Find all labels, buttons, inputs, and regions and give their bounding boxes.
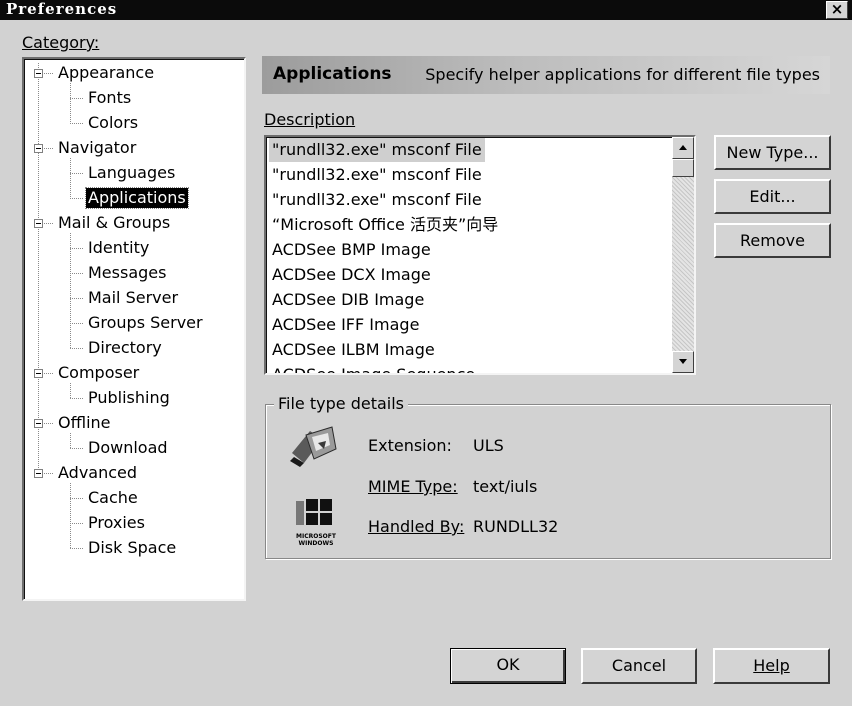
list-item[interactable]: ACDSee ILBM Image: [269, 338, 438, 362]
category-tree[interactable]: Appearance Fonts Colors Navigator Langua…: [22, 57, 246, 601]
list-item[interactable]: "rundll32.exe" msconf File: [269, 188, 485, 212]
tree-item-advanced[interactable]: Advanced: [58, 463, 137, 483]
tree-item-mail-server[interactable]: Mail Server: [88, 288, 178, 308]
logo-text-microsoft: MICROSOFT: [296, 533, 336, 540]
help-button[interactable]: Help: [713, 648, 830, 684]
tree-item-fonts[interactable]: Fonts: [88, 88, 131, 108]
tree-item-offline[interactable]: Offline: [58, 413, 111, 433]
cancel-label: Cancel: [611, 656, 667, 675]
arrow-up-icon: [679, 145, 687, 150]
title-bar: Preferences ×: [0, 0, 852, 20]
list-item[interactable]: ACDSee DIB Image: [269, 288, 427, 312]
scroll-up-button[interactable]: [672, 137, 694, 159]
list-item[interactable]: ACDSee Image Sequence: [269, 363, 478, 373]
description-label: Description: [264, 110, 356, 129]
tree-item-directory[interactable]: Directory: [88, 338, 162, 358]
tree-item-identity[interactable]: Identity: [88, 238, 149, 258]
tree-item-proxies[interactable]: Proxies: [88, 513, 145, 533]
tree-item-cache[interactable]: Cache: [88, 488, 138, 508]
new-type-label: New Type...: [726, 143, 819, 162]
handled-by-label: Handled By:: [368, 517, 465, 536]
ok-label: OK: [496, 655, 520, 674]
tree-item-disk-space[interactable]: Disk Space: [88, 538, 176, 558]
list-item[interactable]: “Microsoft Office 活页夹”向导: [269, 213, 501, 237]
scroll-thumb[interactable]: [672, 159, 694, 177]
close-icon: ×: [830, 0, 844, 18]
extension-value: ULS: [473, 436, 504, 455]
new-type-button[interactable]: New Type...: [714, 135, 831, 170]
tree-item-groups-server[interactable]: Groups Server: [88, 313, 203, 333]
edit-label: Edit...: [749, 187, 796, 206]
tree-item-applications[interactable]: Applications: [85, 187, 189, 209]
collapse-mail-groups-icon[interactable]: [34, 219, 43, 228]
tree-item-navigator[interactable]: Navigator: [58, 138, 136, 158]
collapse-composer-icon[interactable]: [34, 369, 43, 378]
tree-item-languages[interactable]: Languages: [88, 163, 175, 183]
panel-title: Applications: [273, 64, 392, 84]
panel-header: Applications Specify helper applications…: [262, 56, 830, 94]
tree-item-colors[interactable]: Colors: [88, 113, 138, 133]
edit-button[interactable]: Edit...: [714, 179, 831, 214]
collapse-offline-icon[interactable]: [34, 419, 43, 428]
microsoft-windows-logo: MICROSOFT WINDOWS: [294, 497, 338, 547]
tree-item-appearance[interactable]: Appearance: [58, 63, 154, 83]
window-title: Preferences: [6, 0, 118, 18]
close-button[interactable]: ×: [826, 1, 848, 19]
ok-button[interactable]: OK: [450, 648, 566, 684]
handled-by-value: RUNDLL32: [473, 517, 559, 536]
collapse-navigator-icon[interactable]: [34, 144, 43, 153]
category-label: Category:: [22, 33, 100, 52]
tree-item-messages[interactable]: Messages: [88, 263, 166, 283]
collapse-advanced-icon[interactable]: [34, 469, 43, 478]
file-type-list[interactable]: "rundll32.exe" msconf File "rundll32.exe…: [264, 135, 696, 375]
tree-item-download[interactable]: Download: [88, 438, 168, 458]
logo-text-windows: WINDOWS: [298, 540, 334, 547]
mime-type-label: MIME Type:: [368, 477, 458, 496]
file-type-icon: [290, 426, 337, 467]
file-type-details-group: File type details MICROSOFT WINDOWS Exte…: [265, 394, 831, 559]
list-item[interactable]: ACDSee DCX Image: [269, 263, 434, 287]
arrow-down-icon: [679, 359, 687, 364]
tree-item-composer[interactable]: Composer: [58, 363, 139, 383]
collapse-appearance-icon[interactable]: [34, 69, 43, 78]
list-item[interactable]: "rundll32.exe" msconf File: [269, 138, 485, 162]
panel-description: Specify helper applications for differen…: [425, 65, 820, 84]
extension-label: Extension:: [368, 436, 452, 455]
list-item[interactable]: "rundll32.exe" msconf File: [269, 163, 485, 187]
remove-button[interactable]: Remove: [714, 223, 831, 258]
list-item[interactable]: ACDSee IFF Image: [269, 313, 422, 337]
help-label: Help: [753, 656, 790, 675]
tree-item-mail-groups[interactable]: Mail & Groups: [58, 213, 170, 233]
list-scrollbar[interactable]: [672, 137, 694, 373]
mime-type-value: text/iuls: [473, 477, 538, 496]
cancel-button[interactable]: Cancel: [581, 648, 697, 684]
file-type-details-title: File type details: [274, 394, 408, 414]
list-item[interactable]: ACDSee BMP Image: [269, 238, 434, 262]
scroll-down-button[interactable]: [672, 351, 694, 373]
remove-label: Remove: [740, 231, 805, 250]
tree-item-publishing[interactable]: Publishing: [88, 388, 170, 408]
